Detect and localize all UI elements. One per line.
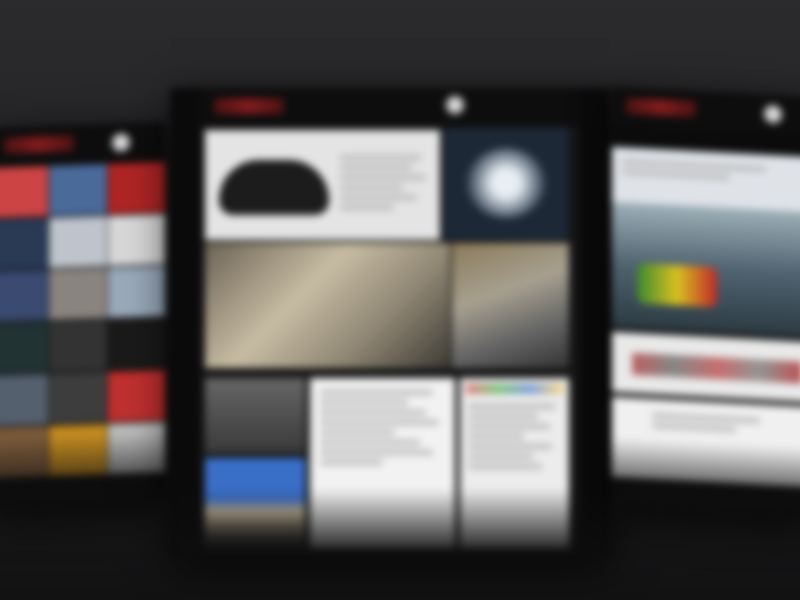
center-app-card[interactable] [170, 88, 610, 558]
headline-text [622, 159, 800, 183]
car-shape [637, 263, 717, 308]
featured-car-tile[interactable] [205, 130, 440, 240]
grid-thumbnail[interactable] [108, 369, 165, 422]
hero-tile[interactable] [612, 146, 800, 338]
top-bar [612, 86, 800, 136]
grid-thumbnail[interactable] [108, 265, 165, 318]
top-bar [200, 88, 580, 126]
left-app-card[interactable] [0, 121, 165, 509]
grid-thumbnail[interactable] [108, 161, 165, 214]
grid-thumbnail[interactable] [0, 322, 48, 375]
engine-tile[interactable] [452, 243, 569, 368]
article-text [320, 390, 445, 465]
menu-icon[interactable] [110, 131, 132, 154]
menu-icon[interactable] [762, 102, 784, 126]
grid-thumbnail[interactable] [49, 163, 107, 216]
wheel-photo [466, 148, 546, 218]
map-tile[interactable] [205, 243, 450, 368]
body-text [652, 412, 772, 434]
floor-reflection [170, 488, 610, 558]
thumbnail-row [632, 352, 800, 384]
grid-thumbnail[interactable] [108, 213, 165, 266]
app-switcher-stage [0, 0, 800, 600]
traffic-photo [612, 201, 800, 338]
grid-thumbnail[interactable] [0, 218, 48, 271]
grid-thumbnail[interactable] [0, 166, 48, 219]
brand-logo [214, 98, 284, 114]
grid-thumbnail[interactable] [49, 319, 107, 372]
color-strip [466, 384, 563, 394]
grid-thumbnail[interactable] [108, 317, 165, 370]
grid-thumbnail[interactable] [49, 215, 107, 268]
article-snippet [340, 150, 430, 215]
right-app-card[interactable] [612, 86, 800, 518]
floor-reflection [612, 436, 800, 518]
top-bar [0, 121, 165, 167]
car-photo [219, 160, 329, 215]
menu-icon[interactable] [444, 94, 466, 116]
brand-logo [626, 97, 696, 118]
wheel-tile[interactable] [444, 128, 569, 240]
floor-reflection [0, 431, 165, 509]
brand-logo [4, 135, 74, 154]
grid-thumbnail[interactable] [0, 270, 48, 323]
gray-photo-tile[interactable] [205, 378, 305, 453]
grid-thumbnail[interactable] [49, 267, 107, 320]
thumbnail-strip[interactable] [612, 331, 800, 403]
grid-thumbnail[interactable] [49, 371, 107, 424]
grid-thumbnail[interactable] [0, 374, 48, 427]
column-text [468, 404, 561, 469]
